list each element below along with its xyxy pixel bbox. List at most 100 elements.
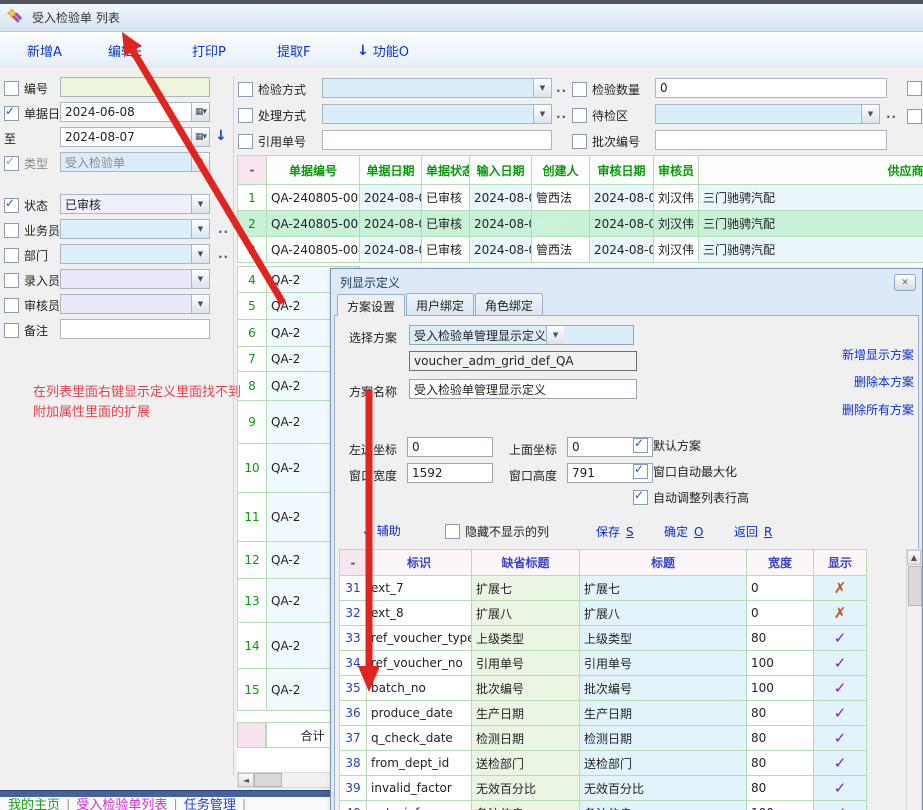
check-method-checkbox[interactable] xyxy=(238,82,253,97)
grid-cell[interactable]: ✓ xyxy=(814,701,867,726)
chevron-down-icon[interactable] xyxy=(191,270,209,288)
grid-cell[interactable]: 9 xyxy=(238,401,267,444)
table-row[interactable]: 40note_info备注信息备注信息100✓ xyxy=(340,801,867,810)
note-input[interactable] xyxy=(60,319,210,339)
grid-cell[interactable]: QA-240805-003 xyxy=(267,211,360,237)
auto-row-height-option[interactable]: 自动调整列表行高 xyxy=(633,489,749,506)
grid-cell[interactable]: 36 xyxy=(340,701,367,726)
chevron-down-icon[interactable] xyxy=(861,105,879,123)
grid-cell[interactable]: 7 xyxy=(238,347,267,372)
grid-cell[interactable]: 2024-08-05 xyxy=(360,237,422,263)
check-qty-input[interactable]: 0 xyxy=(655,78,887,98)
sales-dropdown[interactable] xyxy=(60,219,210,239)
grid-cell[interactable]: 35 xyxy=(340,676,367,701)
grid-cell[interactable]: ext_7 xyxy=(367,576,472,601)
scroll-up-icon[interactable] xyxy=(907,550,921,565)
batch-no-checkbox[interactable] xyxy=(572,134,587,149)
grid-cell[interactable]: 送检部门 xyxy=(580,751,747,776)
auditor-checkbox[interactable] xyxy=(4,298,19,313)
grid-cell[interactable]: 批次编号 xyxy=(472,676,580,701)
grid-cell[interactable]: 37 xyxy=(340,726,367,751)
col-header-voucher-no[interactable]: 单据编号 xyxy=(267,156,360,185)
tab-scheme-settings[interactable]: 方案设置 xyxy=(337,294,405,316)
grid-cell[interactable]: produce_date xyxy=(367,701,472,726)
grid-cell[interactable]: 12 xyxy=(238,542,267,579)
auto-row-height-checkbox[interactable] xyxy=(633,490,648,505)
grid-cell[interactable]: 上级类型 xyxy=(472,626,580,651)
function-button[interactable]: 功能O xyxy=(357,41,409,60)
grid-cell[interactable]: 39 xyxy=(340,776,367,801)
grid-cell[interactable]: 2024-08-06 xyxy=(590,185,654,211)
scheme-dropdown[interactable]: 受入检验单管理显示定义 xyxy=(409,325,634,345)
grid-cell[interactable]: ✓ xyxy=(814,626,867,651)
scheme-name-input[interactable]: 受入检验单管理显示定义 xyxy=(409,379,637,399)
grid-cell[interactable]: 已审核 xyxy=(422,211,470,237)
type-dropdown[interactable]: 受入检验单 xyxy=(60,152,210,172)
grid-cell[interactable]: ✓ xyxy=(814,676,867,701)
chevron-down-icon[interactable] xyxy=(546,326,564,344)
scroll-left-icon[interactable] xyxy=(238,773,254,787)
grid-cell[interactable]: 40 xyxy=(340,801,367,810)
grid-cell[interactable]: 扩展七 xyxy=(472,576,580,601)
table-row[interactable]: 3QA-240805-0042024-08-05已审核2024-08-06管西法… xyxy=(238,237,923,263)
grid-cell[interactable]: 生产日期 xyxy=(580,701,747,726)
scrollbar-thumb[interactable] xyxy=(254,773,282,787)
browse-dots-icon[interactable] xyxy=(556,81,567,95)
date-to-input[interactable]: 2024-08-07 xyxy=(60,127,210,147)
note-checkbox[interactable] xyxy=(4,323,19,338)
auto-maximize-option[interactable]: 窗口自动最大化 xyxy=(633,463,737,480)
grid-cell[interactable]: 生产日期 xyxy=(472,701,580,726)
handle-method-checkbox[interactable] xyxy=(238,108,253,123)
calendar-icon[interactable] xyxy=(191,103,209,121)
grid-cell[interactable]: 34 xyxy=(340,651,367,676)
grid-cell[interactable]: 0 xyxy=(747,576,814,601)
grid-cell[interactable]: ✓ xyxy=(814,801,867,810)
grid-cell[interactable]: q_check_date xyxy=(367,726,472,751)
print-button[interactable]: 打印P xyxy=(192,41,226,60)
down-arrow-icon[interactable] xyxy=(215,128,227,144)
col-header-creator[interactable]: 创建人 xyxy=(532,156,590,185)
table-row[interactable]: 36produce_date生产日期生产日期80✓ xyxy=(340,701,867,726)
browse-dots-icon[interactable] xyxy=(556,107,567,121)
tab-task-manager[interactable]: 任务管理 xyxy=(184,797,246,810)
grid-cell[interactable]: 2024-08-06 xyxy=(470,211,532,237)
grid-cell[interactable]: 80 xyxy=(747,726,814,751)
clipped-checkbox[interactable] xyxy=(907,81,922,96)
col-header-supplier[interactable]: 供应商 xyxy=(699,156,923,185)
delete-all-schemes-link[interactable]: 删除所有方案 xyxy=(842,401,914,418)
table-row[interactable]: 1QA-240805-0022024-08-05已审核2024-08-06管西法… xyxy=(238,185,923,211)
no-checkbox[interactable] xyxy=(4,81,19,96)
grid-cell[interactable]: 扩展八 xyxy=(580,601,747,626)
grid-cell[interactable]: ✗ xyxy=(814,601,867,626)
grid-cell[interactable]: 引用单号 xyxy=(580,651,747,676)
grid-cell[interactable]: 1 xyxy=(238,185,267,211)
scrollbar-thumb[interactable] xyxy=(908,566,922,606)
grid-cell[interactable]: 32 xyxy=(340,601,367,626)
date-from-input[interactable]: 2024-06-08 xyxy=(60,102,210,122)
grid-cell[interactable]: 2024-08-06 xyxy=(470,237,532,263)
grid-cell[interactable]: 无效百分比 xyxy=(580,776,747,801)
grid-cell[interactable]: 100 xyxy=(747,801,814,810)
col-header-identifier[interactable]: 标识 xyxy=(367,550,472,576)
chevron-down-icon[interactable] xyxy=(191,295,209,313)
auto-maximize-checkbox[interactable] xyxy=(633,464,648,479)
dept-checkbox[interactable] xyxy=(4,248,19,263)
grid-cell[interactable]: 已审核 xyxy=(422,185,470,211)
grid-cell[interactable]: ext_8 xyxy=(367,601,472,626)
chevron-down-icon[interactable] xyxy=(191,195,209,213)
grid-cell[interactable]: ✓ xyxy=(814,776,867,801)
wait-area-dropdown[interactable] xyxy=(655,104,880,124)
grid-cell[interactable]: 2 xyxy=(238,211,267,237)
grid-cell[interactable]: 14 xyxy=(238,623,267,669)
chevron-down-icon[interactable] xyxy=(191,245,209,263)
tab-role-binding[interactable]: 角色绑定 xyxy=(475,293,543,316)
grid-cell[interactable]: 批次编号 xyxy=(580,676,747,701)
grid-cell[interactable]: 31 xyxy=(340,576,367,601)
grid-cell[interactable]: 无效百分比 xyxy=(472,776,580,801)
grid-cell[interactable]: 38 xyxy=(340,751,367,776)
grid-cell[interactable]: 3 xyxy=(238,237,267,263)
table-row[interactable]: 33ref_voucher_type上级类型上级类型80✓ xyxy=(340,626,867,651)
auditor-dropdown[interactable] xyxy=(60,294,210,314)
browse-dots-icon[interactable] xyxy=(218,222,229,236)
calendar-icon[interactable] xyxy=(191,128,209,146)
